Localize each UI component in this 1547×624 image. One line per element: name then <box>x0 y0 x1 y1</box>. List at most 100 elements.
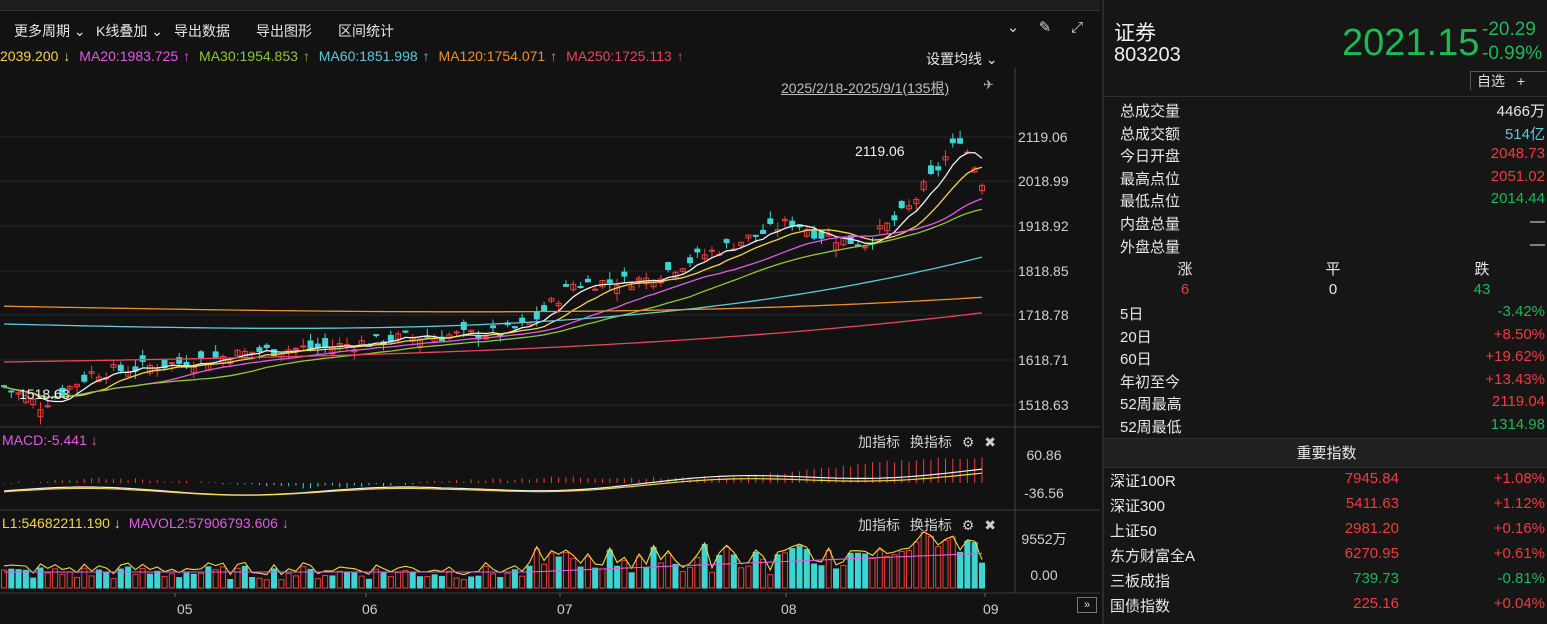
volume-bar <box>300 566 307 589</box>
volume-bar <box>723 546 730 589</box>
volume-bar <box>964 540 971 589</box>
volume-bar <box>358 575 365 589</box>
add-watchlist-button[interactable]: 自选 + <box>1470 71 1546 90</box>
down-arrow-icon: ↓ <box>281 515 289 531</box>
period-row: 年初至今 +13.43% <box>1120 371 1545 393</box>
up-count-label: 涨 <box>1177 261 1193 278</box>
index-row[interactable]: 深证300 5411.63 +1.12% <box>1110 495 1547 519</box>
watchlist-label: 自选 <box>1477 73 1505 89</box>
candle-body <box>767 218 774 225</box>
volume-bar <box>679 571 686 589</box>
add-indicator-button[interactable]: 加指标 <box>858 434 900 450</box>
index-change: +0.16% <box>1493 520 1545 537</box>
candle-body <box>256 347 263 352</box>
candle-body <box>44 405 51 408</box>
candle-body <box>300 345 307 348</box>
volume-bar <box>752 551 759 589</box>
x-tick: 07 <box>557 601 573 617</box>
switch-indicator-button[interactable]: 换指标 <box>910 517 952 533</box>
quote-row: 总成交量 4466万 <box>1120 100 1545 122</box>
volume-bar <box>541 563 548 589</box>
index-row[interactable]: 三板成指 739.73 -0.81% <box>1110 570 1547 594</box>
volume-bar <box>942 539 949 589</box>
volume-ma1-line <box>3 531 983 576</box>
volume-bar <box>81 567 88 589</box>
price-tick: 1518.63 <box>1018 397 1069 413</box>
low-label: 1518.63 <box>19 386 70 402</box>
double-chevron-right-icon[interactable]: » <box>1077 597 1097 613</box>
volume-bar <box>176 577 183 589</box>
candle-body <box>373 334 380 337</box>
index-price: 7945.84 <box>1344 470 1399 487</box>
volume-bar <box>533 548 540 589</box>
quote-row-label: 总成交量 <box>1120 103 1181 120</box>
candle-body <box>453 331 460 334</box>
volume-axis-bottom: 0.00 <box>1030 567 1058 583</box>
index-change: +0.04% <box>1493 595 1545 612</box>
price-tick: 2018.99 <box>1018 173 1069 189</box>
candle-body <box>562 284 569 287</box>
index-row[interactable]: 深证100R 7945.84 +1.08% <box>1110 470 1547 494</box>
volume-bar <box>88 575 95 589</box>
candle-body <box>541 305 548 312</box>
switch-indicator-button[interactable]: 换指标 <box>910 434 952 450</box>
index-row[interactable]: 上证50 2981.20 +0.16% <box>1110 520 1547 544</box>
add-indicator-button[interactable]: 加指标 <box>858 517 900 533</box>
volume-bar <box>497 577 504 589</box>
candle-body <box>789 220 796 227</box>
quote-panel: 证券 803203 2021.15 -20.29 -0.99% 自选 + 总成交… <box>1102 0 1547 624</box>
candle-body <box>665 262 672 270</box>
candle-body <box>577 286 584 289</box>
volume-bar <box>621 560 628 589</box>
quote-row-label: 内盘总量 <box>1120 216 1181 233</box>
volume-bar <box>803 549 810 589</box>
security-name: 证券 <box>1114 22 1156 45</box>
quote-row: 外盘总量 — <box>1120 236 1545 258</box>
volume-bar <box>913 541 920 589</box>
volume-bar <box>789 548 796 589</box>
volume-bar <box>555 556 562 589</box>
volume-bar <box>760 558 767 589</box>
volume-bar <box>168 573 175 589</box>
volume-bar <box>22 569 29 589</box>
index-row[interactable]: 国债指数 225.16 +0.04% <box>1110 595 1547 619</box>
volume-bar <box>635 556 642 589</box>
gear-icon[interactable]: ⚙ <box>962 434 975 451</box>
candle-body <box>533 311 540 320</box>
candle-body <box>811 230 818 239</box>
volume-bar <box>665 552 672 589</box>
volume-bar <box>701 544 708 589</box>
index-row[interactable]: 东方财富全A 6270.95 +0.61% <box>1110 545 1547 569</box>
candle-body <box>402 330 409 333</box>
security-code: 803203 <box>1114 44 1181 66</box>
index-change: +0.61% <box>1493 545 1545 562</box>
price-tick: 1718.78 <box>1018 307 1069 323</box>
mavol2-value: MAVOL2:57906793.606 <box>128 515 278 531</box>
quote-row: 总成交额 514亿 <box>1120 123 1545 145</box>
kline-chart-area[interactable]: 更多周期 ⌄ K线叠加 ⌄ 导出数据 导出图形 区间统计 ⌄ ✎ ⤢ 2039.… <box>0 0 1100 624</box>
volume-bar <box>380 572 387 589</box>
volume-bar <box>460 579 467 589</box>
quote-row-value: — <box>1530 235 1545 253</box>
vol-value: L1:54682211.190 <box>2 515 110 531</box>
volume-bar <box>249 577 256 589</box>
quote-row-value: 2048.73 <box>1490 145 1545 163</box>
candle-body <box>760 229 767 234</box>
period-label: 60日 <box>1120 351 1152 369</box>
candle-body <box>752 234 759 237</box>
period-value: +13.43% <box>1485 370 1545 388</box>
volume-bar <box>672 563 679 589</box>
macd-tools: 加指标 换指标 ⚙ ✖ <box>858 432 996 452</box>
volume-bar <box>1 569 7 589</box>
candle-body <box>212 351 219 358</box>
volume-bar <box>30 577 37 589</box>
volume-bar <box>570 557 577 589</box>
ma-line <box>3 166 983 398</box>
volume-bar <box>650 547 657 589</box>
gear-icon[interactable]: ⚙ <box>962 517 975 534</box>
volume-bar <box>475 575 482 589</box>
period-label: 52周最高 <box>1120 396 1182 414</box>
candle-body <box>898 201 905 209</box>
period-value: +19.62% <box>1485 348 1545 366</box>
quote-row: 最低点位 2014.44 <box>1120 190 1545 212</box>
